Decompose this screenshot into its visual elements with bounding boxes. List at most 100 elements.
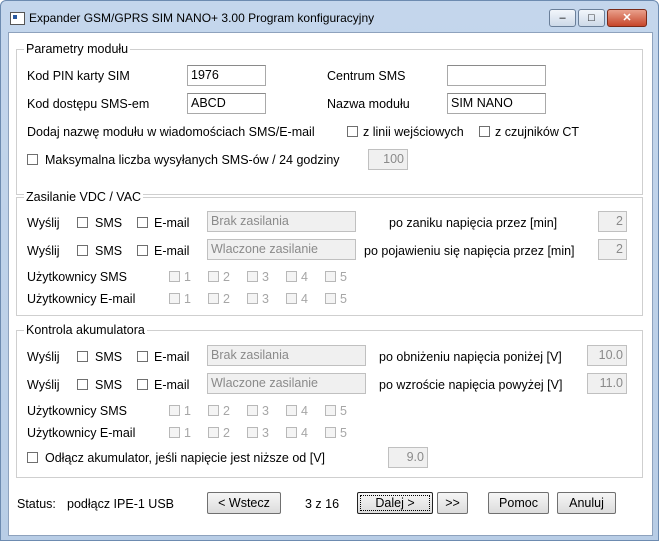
module-params-title: Parametry modułu [24, 42, 131, 56]
battery-email-user-5-label: 5 [340, 426, 347, 440]
battery-email-user-1-checkbox[interactable] [169, 427, 180, 438]
power-email-user-4-label: 4 [301, 292, 308, 306]
from-ct-label: z czujników CT [495, 125, 580, 139]
battery-rise-sms-checkbox[interactable] [77, 379, 88, 390]
power-email-user-2-checkbox[interactable] [208, 293, 219, 304]
help-button[interactable]: Pomoc [488, 492, 549, 514]
back-button[interactable]: < Wstecz [207, 492, 281, 514]
last-page-button[interactable]: >> [437, 492, 468, 514]
battery-sms-user-2-label: 2 [223, 404, 230, 418]
battery-sms-user-4-label: 4 [301, 404, 308, 418]
battery-email-user-3-checkbox[interactable] [247, 427, 258, 438]
power-email-user-1-label: 1 [184, 292, 191, 306]
pin-label: Kod PIN karty SIM [27, 69, 130, 83]
battery-email-user-3-label: 3 [262, 426, 269, 440]
battery-email-user-4-checkbox[interactable] [286, 427, 297, 438]
battery-email-user-5-checkbox[interactable] [325, 427, 336, 438]
after-loss-input[interactable]: 2 [598, 211, 627, 232]
power-title: Zasilanie VDC / VAC [24, 190, 144, 204]
battery-sms-user-1-checkbox[interactable] [169, 405, 180, 416]
add-name-label: Dodaj nazwę modułu w wiadomościach SMS/E… [27, 125, 315, 139]
battery-email-user-2-checkbox[interactable] [208, 427, 219, 438]
power-sms-user-1-label: 1 [184, 270, 191, 284]
power-email-user-3-checkbox[interactable] [247, 293, 258, 304]
power-loss-email-label: E-mail [154, 216, 190, 230]
battery-sms-user-2-checkbox[interactable] [208, 405, 219, 416]
battery-email-user-1-label: 1 [184, 426, 191, 440]
power-email-user-4-checkbox[interactable] [286, 293, 297, 304]
battery-drop-message-input[interactable]: Brak zasilania [207, 345, 366, 366]
battery-users-sms-label: Użytkownicy SMS [27, 404, 128, 418]
battery-sms-user-5-label: 5 [340, 404, 347, 418]
power-on-sms-label: SMS [95, 244, 123, 258]
sms-code-input[interactable]: ABCD [187, 93, 266, 114]
power-on-message-input[interactable]: Wlaczone zasilanie [207, 239, 356, 260]
power-loss-message-input[interactable]: Brak zasilania [207, 211, 356, 232]
from-inputs-checkbox[interactable] [347, 126, 358, 137]
power-loss-email-checkbox[interactable] [137, 217, 148, 228]
battery-sms-user-4-checkbox[interactable] [286, 405, 297, 416]
power-sms-user-2-checkbox[interactable] [208, 271, 219, 282]
cancel-button[interactable]: Anuluj [557, 492, 616, 514]
max-sms-checkbox[interactable] [27, 154, 38, 165]
module-name-input[interactable]: SIM NANO [447, 93, 546, 114]
voltage-rise-input[interactable]: 11.0 [587, 373, 627, 394]
disconnect-battery-label: Odłącz akumulator, jeśli napięcie jest n… [45, 451, 325, 465]
voltage-rise-label: po wzroście napięcia powyżej [V] [379, 378, 563, 392]
power-send-label: Wyślij [27, 216, 60, 230]
maximize-button[interactable]: □ [578, 9, 605, 27]
power-loss-sms-checkbox[interactable] [77, 217, 88, 228]
voltage-drop-input[interactable]: 10.0 [587, 345, 627, 366]
status-label: Status: [17, 497, 56, 511]
battery-sms-user-1-label: 1 [184, 404, 191, 418]
battery-rise-email-label: E-mail [154, 378, 190, 392]
disconnect-voltage-input[interactable]: 9.0 [388, 447, 428, 468]
battery-drop-email-checkbox[interactable] [137, 351, 148, 362]
power-sms-user-2-label: 2 [223, 270, 230, 284]
page-indicator: 3 z 16 [305, 497, 340, 511]
status-value: podłącz IPE-1 USB [67, 497, 174, 511]
power-sms-user-4-label: 4 [301, 270, 308, 284]
minimize-button[interactable]: – [549, 9, 576, 27]
power-on-sms-checkbox[interactable] [77, 245, 88, 256]
pin-input[interactable]: 1976 [187, 65, 266, 86]
power-email-user-5-label: 5 [340, 292, 347, 306]
power-email-user-3-label: 3 [262, 292, 269, 306]
power-users-sms-label: Użytkownicy SMS [27, 270, 128, 284]
battery-rise-email-checkbox[interactable] [137, 379, 148, 390]
battery-drop-sms-checkbox[interactable] [77, 351, 88, 362]
sms-code-label: Kod dostępu SMS-em [27, 97, 150, 111]
power-on-email-label: E-mail [154, 244, 190, 258]
next-button[interactable]: Dalej > [357, 492, 433, 514]
battery-rise-sms-label: SMS [95, 378, 123, 392]
battery-users-email-label: Użytkownicy E-mail [27, 426, 136, 440]
sms-center-input[interactable] [447, 65, 546, 86]
title-bar[interactable]: Expander GSM/GPRS SIM NANO+ 3.00 Program… [1, 1, 658, 31]
power-sms-user-5-checkbox[interactable] [325, 271, 336, 282]
power-on-email-checkbox[interactable] [137, 245, 148, 256]
power-email-user-1-checkbox[interactable] [169, 293, 180, 304]
module-name-label: Nazwa modułu [327, 97, 410, 111]
power-sms-user-4-checkbox[interactable] [286, 271, 297, 282]
from-ct-checkbox[interactable] [479, 126, 490, 137]
disconnect-battery-checkbox[interactable] [27, 452, 38, 463]
battery-title: Kontrola akumulatora [24, 323, 147, 337]
after-return-input[interactable]: 2 [598, 239, 627, 260]
battery-sms-user-5-checkbox[interactable] [325, 405, 336, 416]
max-sms-label: Maksymalna liczba wysyłanych SMS-ów / 24… [45, 153, 340, 167]
dialog-body: Parametry modułu Kod PIN karty SIM 1976 … [8, 32, 653, 536]
power-sms-user-1-checkbox[interactable] [169, 271, 180, 282]
battery-send-label-2: Wyślij [27, 378, 60, 392]
sms-center-label: Centrum SMS [327, 69, 406, 83]
battery-sms-user-3-label: 3 [262, 404, 269, 418]
power-email-user-5-checkbox[interactable] [325, 293, 336, 304]
battery-sms-user-3-checkbox[interactable] [247, 405, 258, 416]
after-loss-label: po zaniku napięcia przez [min] [389, 216, 558, 230]
application-window: Expander GSM/GPRS SIM NANO+ 3.00 Program… [0, 0, 659, 541]
battery-send-label: Wyślij [27, 350, 60, 364]
max-sms-input[interactable]: 100 [368, 149, 408, 170]
power-send-label-2: Wyślij [27, 244, 60, 258]
battery-rise-message-input[interactable]: Wlaczone zasilanie [207, 373, 366, 394]
close-button[interactable]: ✕ [607, 9, 647, 27]
power-sms-user-3-checkbox[interactable] [247, 271, 258, 282]
